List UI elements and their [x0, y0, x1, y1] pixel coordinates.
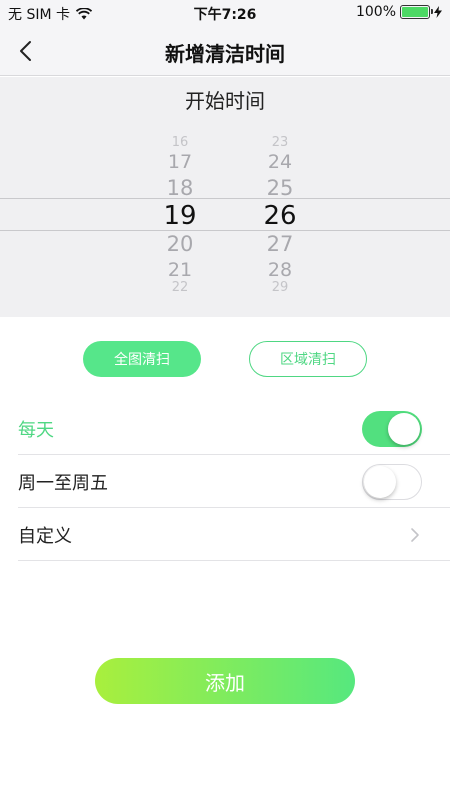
repeat-custom-row[interactable]: 自定义: [18, 509, 450, 561]
minute-option: 28: [267, 259, 293, 281]
everyday-label: 每天: [18, 419, 54, 441]
picker-title: 开始时间: [185, 89, 265, 113]
repeat-everyday-row: 每天: [18, 403, 450, 455]
picker-selection-band: [0, 198, 450, 231]
weekdays-label: 周一至周五: [18, 472, 108, 494]
weekdays-toggle[interactable]: [362, 463, 422, 500]
repeat-weekdays-row: 周一至周五: [18, 456, 450, 508]
chevron-right-icon: [411, 527, 419, 542]
minute-option: 24: [267, 151, 293, 173]
battery-fill: [402, 7, 428, 17]
minute-option: 23: [271, 135, 289, 150]
minute-selected: 26: [263, 201, 297, 231]
minute-option: 29: [271, 280, 289, 295]
hour-option: 21: [167, 259, 193, 281]
minute-option: 25: [266, 176, 294, 200]
charging-bolt-icon: [434, 6, 442, 18]
hour-option: 18: [166, 176, 194, 200]
add-button[interactable]: 添加: [95, 658, 355, 704]
nav-bar: 新增清洁时间: [0, 26, 450, 76]
hour-wheel[interactable]: 16 17 18 19 20 21 22: [150, 129, 210, 299]
battery-percent: 100%: [355, 4, 396, 20]
minute-option: 27: [266, 232, 294, 256]
status-bar: 无 SIM 卡 下午7:26 100%: [0, 0, 450, 26]
status-right: 100%: [356, 4, 442, 20]
hour-option: 22: [171, 280, 189, 295]
hour-option: 20: [166, 232, 194, 256]
time-picker: 开始时间 16 17 18 19 20 21 22 23 24 25 26 27…: [0, 77, 450, 317]
toggle-knob: [388, 412, 420, 445]
hour-option: 16: [171, 135, 189, 150]
custom-label: 自定义: [18, 525, 72, 547]
area-clean-button[interactable]: 区域清扫: [249, 341, 367, 377]
toggle-knob: [364, 465, 396, 498]
battery-icon: [400, 5, 433, 19]
hour-selected: 19: [163, 201, 197, 231]
full-map-clean-button[interactable]: 全图清扫: [83, 341, 201, 377]
page-title: 新增清洁时间: [165, 42, 285, 66]
everyday-toggle[interactable]: [362, 410, 422, 447]
hour-option: 17: [167, 151, 193, 173]
minute-wheel[interactable]: 23 24 25 26 27 28 29: [250, 129, 310, 299]
